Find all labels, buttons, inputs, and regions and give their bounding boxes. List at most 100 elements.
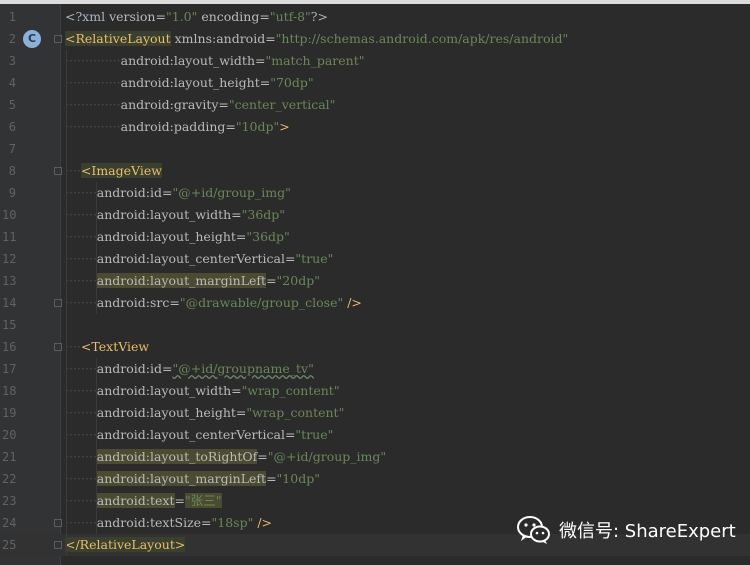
code-token: />	[343, 295, 362, 310]
code-text[interactable]: ········android:layout_centerVertical="t…	[65, 424, 333, 446]
fold-marker-icon[interactable]	[54, 519, 62, 527]
code-token: "36dp"	[246, 229, 290, 244]
code-token: "70dp"	[270, 75, 314, 90]
code-token: "http://schemas.android.com/apk/res/andr…	[275, 31, 569, 46]
code-token: ········	[65, 229, 97, 244]
line-number: 9	[8, 186, 16, 200]
code-token: android:id=	[96, 361, 173, 376]
code-token: <RelativeLayout	[65, 31, 171, 46]
code-line[interactable]: 12 ········android:layout_centerVertical=…	[0, 248, 750, 270]
line-number: 22	[2, 472, 17, 486]
code-line[interactable]: 14 ········android:src="@drawable/group_c…	[0, 292, 750, 314]
code-text[interactable]: ··············android:layout_width="matc…	[65, 50, 365, 72]
code-text[interactable]: <RelativeLayout xmlns:android="http://sc…	[65, 28, 568, 50]
code-text[interactable]: ········android:layout_toRightOf="@+id/g…	[65, 446, 386, 468]
code-text[interactable]: ········android:id="@+id/group_img"	[65, 182, 291, 204]
code-token: "match_parent"	[265, 53, 365, 68]
indent-guide	[96, 358, 97, 534]
line-number: 12	[2, 252, 17, 266]
window-top-strip	[0, 0, 750, 4]
code-text[interactable]: </RelativeLayout>	[65, 534, 186, 556]
code-token: "center_vertical"	[228, 97, 336, 112]
code-text[interactable]: ··············android:gravity="center_ve…	[65, 94, 335, 116]
code-token: ········	[65, 185, 97, 200]
code-line[interactable]: 3 ··············android:layout_width="mat…	[0, 50, 750, 72]
code-text[interactable]: ········android:id="@+id/groupname_tv"	[65, 358, 314, 380]
code-token: />	[253, 515, 273, 530]
code-line[interactable]: 5 ··············android:gravity="center_v…	[0, 94, 750, 116]
code-line[interactable]: 13 ········android:layout_marginLeft="20d…	[0, 270, 750, 292]
code-line[interactable]: 2 <RelativeLayout xmlns:android="http://s…	[0, 28, 750, 50]
code-text[interactable]: ··············android:layout_height="70d…	[65, 72, 314, 94]
code-line[interactable]: 19 ········android:layout_height="wrap_co…	[0, 402, 750, 424]
code-text[interactable]: ········android:text="张三"	[65, 490, 222, 512]
indent-guide	[66, 50, 67, 556]
code-token: xmlns:android=	[170, 31, 276, 46]
code-line[interactable]: 17 ········android:id="@+id/groupname_tv"	[0, 358, 750, 380]
code-text[interactable]: ········android:src="@drawable/group_clo…	[65, 292, 362, 314]
fold-marker-icon[interactable]	[54, 343, 62, 351]
code-line[interactable]: 9 ········android:id="@+id/group_img"	[0, 182, 750, 204]
code-line[interactable]: 7	[0, 138, 750, 160]
fold-marker-icon[interactable]	[54, 299, 62, 307]
wechat-icon	[517, 516, 550, 544]
code-token: ········	[65, 295, 97, 310]
code-text[interactable]: ········android:layout_height="wrap_cont…	[65, 402, 344, 424]
code-text[interactable]: ········android:layout_centerVertical="t…	[65, 248, 333, 270]
code-line[interactable]: 10 ········android:layout_width="36dp"	[0, 204, 750, 226]
code-text[interactable]: ········android:layout_marginLeft="10dp"	[65, 468, 320, 490]
watermark: 微信号: ShareExpert	[517, 513, 736, 547]
code-token: ··············	[65, 75, 121, 90]
fold-marker-icon[interactable]	[54, 541, 62, 549]
code-token: ········	[65, 515, 97, 530]
code-text[interactable]: ········android:layout_width="36dp"	[65, 204, 285, 226]
fold-marker-icon[interactable]	[54, 167, 62, 175]
code-line[interactable]: 18 ········android:layout_width="wrap_con…	[0, 380, 750, 402]
code-token: ····	[65, 339, 81, 354]
code-token: android:id=	[96, 185, 173, 200]
code-text[interactable]: ········android:layout_height="36dp"	[65, 226, 290, 248]
code-text[interactable]: ····<ImageView	[65, 160, 162, 182]
code-token: ··············	[65, 53, 121, 68]
code-line[interactable]: 1 <?xml version="1.0" encoding="utf-8"?>	[0, 6, 750, 28]
code-token: android:layout_height=	[120, 75, 271, 90]
code-text[interactable]: <?xml version="1.0" encoding="utf-8"?>	[65, 6, 328, 28]
line-number: 23	[2, 494, 17, 508]
line-number: 15	[2, 318, 17, 332]
code-line[interactable]: 16 ····<TextView	[0, 336, 750, 358]
code-token: android:layout_width=	[96, 207, 242, 222]
fold-marker-icon[interactable]	[54, 35, 62, 43]
code-line[interactable]: 22 ········android:layout_marginLeft="10d…	[0, 468, 750, 490]
code-token: android:layout_width=	[96, 383, 242, 398]
code-text[interactable]: ········android:layout_width="wrap_conte…	[65, 380, 340, 402]
class-icon[interactable]: C	[23, 30, 41, 48]
code-text[interactable]: ········android:layout_marginLeft="20dp"	[65, 270, 320, 292]
code-line[interactable]: 15	[0, 314, 750, 336]
code-token: "张三"	[185, 493, 222, 508]
code-token: android:padding=	[120, 119, 236, 134]
line-number: 3	[8, 54, 16, 68]
code-text[interactable]: ··············android:padding="10dp">	[65, 116, 290, 138]
code-token: "true"	[295, 427, 334, 442]
code-line[interactable]: 23 ········android:text="张三"	[0, 490, 750, 512]
code-text[interactable]: ····<TextView	[65, 336, 149, 358]
code-token: "@+id/group_img"	[267, 449, 387, 464]
code-token: android:layout_height=	[96, 229, 247, 244]
line-number: 18	[2, 384, 17, 398]
code-token: "wrap_content"	[246, 405, 345, 420]
code-token: "@drawable/group_close"	[179, 295, 344, 310]
code-line[interactable]: 21 ········android:layout_toRightOf="@+id…	[0, 446, 750, 468]
line-number: 25	[2, 538, 17, 552]
code-line[interactable]: 20 ········android:layout_centerVertical=…	[0, 424, 750, 446]
code-token: android:textSize=	[96, 515, 212, 530]
code-token: android:layout_marginLeft	[96, 273, 267, 288]
code-line[interactable]: 11 ········android:layout_height="36dp"	[0, 226, 750, 248]
code-token: ········	[65, 493, 97, 508]
code-token: "10dp"	[235, 119, 280, 134]
code-token: >	[279, 119, 290, 134]
line-number: 19	[2, 406, 17, 420]
code-line[interactable]: 6 ··············android:padding="10dp">	[0, 116, 750, 138]
line-number: 17	[2, 362, 17, 376]
code-line[interactable]: 8 ····<ImageView	[0, 160, 750, 182]
code-line[interactable]: 4 ··············android:layout_height="70…	[0, 72, 750, 94]
